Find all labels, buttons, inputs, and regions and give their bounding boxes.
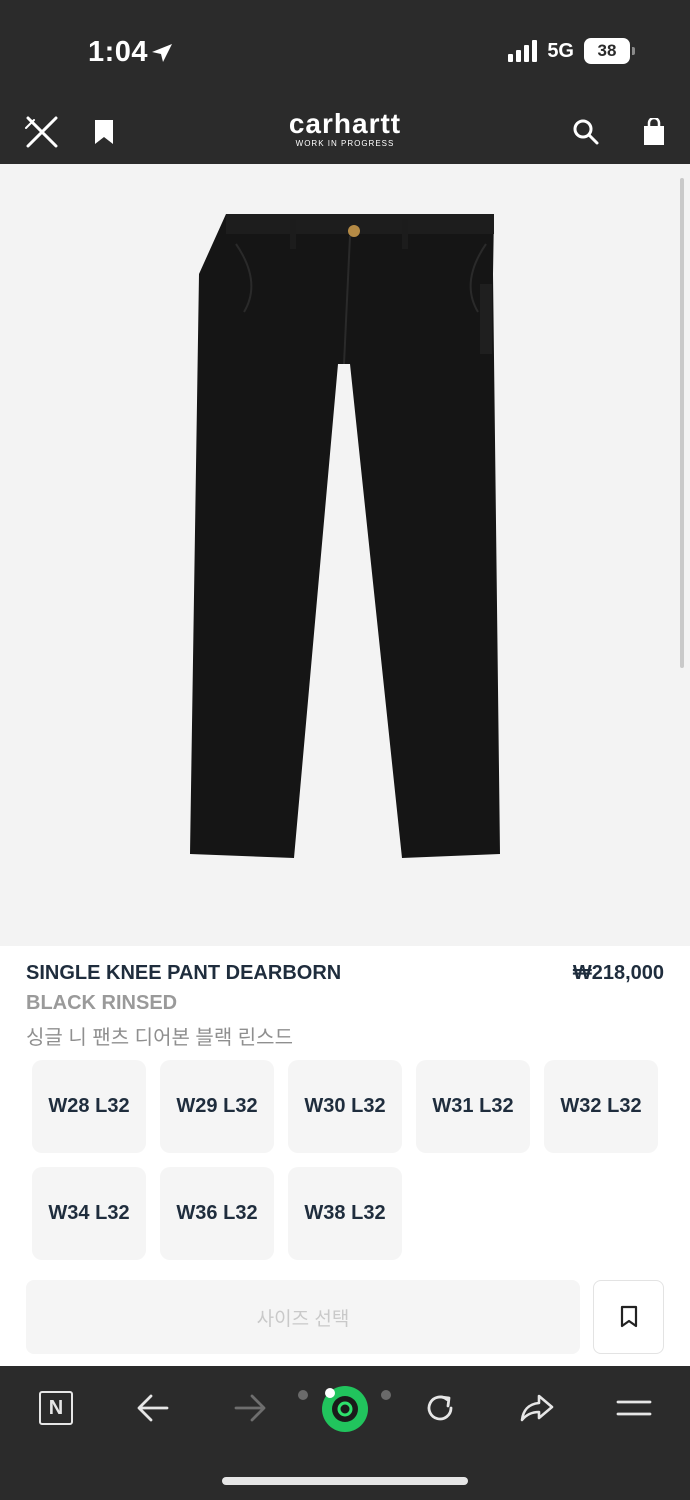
size-option[interactable]: W36 L32: [160, 1167, 274, 1260]
battery-icon: 38: [584, 38, 635, 64]
product-price: ₩218,000: [572, 962, 664, 984]
page-dot: [381, 1390, 391, 1400]
n-icon: N: [39, 1391, 73, 1425]
product-info: SINGLE KNEE PANT DEARBORN ₩218,000 BLACK…: [0, 946, 690, 1366]
menu-button[interactable]: [608, 1386, 660, 1430]
size-option[interactable]: W31 L32: [416, 1060, 530, 1153]
bookmark-outline-icon: [620, 1305, 637, 1328]
shopping-bag-icon: [644, 118, 664, 145]
size-option[interactable]: W34 L32: [32, 1167, 146, 1260]
size-options: W28 L32 W29 L32 W30 L32 W31 L32 W32 L32 …: [32, 1060, 662, 1260]
cart-button[interactable]: [634, 112, 674, 152]
home-indicator: [222, 1477, 468, 1485]
product-title: SINGLE KNEE PANT DEARBORN: [26, 962, 342, 984]
wishlist-button[interactable]: [593, 1280, 664, 1354]
refresh-button[interactable]: [414, 1386, 466, 1430]
green-dot-icon: [322, 1386, 368, 1432]
size-option[interactable]: W38 L32: [288, 1167, 402, 1260]
search-button[interactable]: [566, 112, 606, 152]
green-dot-button[interactable]: [318, 1382, 372, 1436]
status-time: 1:04: [88, 36, 149, 68]
product-image[interactable]: [0, 164, 690, 946]
hamburger-icon: [616, 1400, 652, 1416]
location-icon: [152, 44, 172, 62]
forward-button[interactable]: [224, 1386, 276, 1430]
size-option[interactable]: W32 L32: [544, 1060, 658, 1153]
naver-home-button[interactable]: N: [30, 1386, 82, 1430]
battery-level: 38: [597, 41, 617, 60]
status-indicators: 5G 38: [508, 38, 635, 64]
pants-image: [190, 214, 500, 858]
network-label: 5G: [547, 39, 574, 62]
size-option[interactable]: W30 L32: [288, 1060, 402, 1153]
select-size-button[interactable]: 사이즈 선택: [26, 1280, 580, 1354]
size-option[interactable]: W28 L32: [32, 1060, 146, 1153]
arrow-right-icon: [234, 1394, 266, 1422]
app-header: carhartt WORK IN PROGRESS: [0, 100, 690, 164]
arrow-left-icon: [137, 1394, 169, 1422]
page-dot: [298, 1390, 308, 1400]
back-button[interactable]: [127, 1386, 179, 1430]
share-button[interactable]: [511, 1386, 563, 1430]
product-color: BLACK RINSED: [26, 992, 178, 1014]
signal-icon: [508, 40, 538, 62]
status-bar: 1:04 5G 38: [0, 0, 690, 100]
product-name-korean: 싱글 니 팬츠 디어본 블랙 린스드: [26, 1027, 293, 1049]
image-scrollbar[interactable]: [680, 178, 684, 668]
search-icon: [573, 119, 599, 145]
share-icon: [520, 1394, 554, 1422]
refresh-icon: [427, 1395, 453, 1421]
size-option[interactable]: W29 L32: [160, 1060, 274, 1153]
